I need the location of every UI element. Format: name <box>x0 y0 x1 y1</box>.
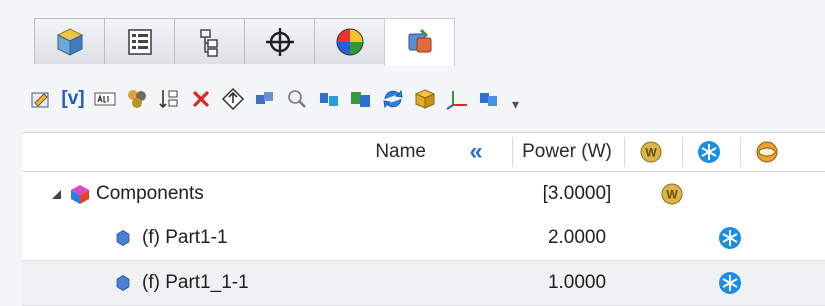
assembly-icon <box>480 93 497 106</box>
snowflake-icon <box>719 272 741 294</box>
table-row[interactable]: (f) Part1-1 2.0000 <box>22 216 825 260</box>
column-divider <box>624 137 625 167</box>
text-field-icon <box>94 92 116 106</box>
collapse-columns-button[interactable]: « <box>440 138 512 166</box>
svg-text:W: W <box>666 188 678 202</box>
sort-button[interactable] <box>156 86 182 112</box>
tab-feature-manager[interactable] <box>34 18 105 64</box>
box-icon <box>414 89 436 109</box>
part-icon <box>116 275 130 291</box>
view-tabs <box>34 18 455 66</box>
component-button[interactable] <box>252 86 278 112</box>
components-folder-icon <box>71 185 89 204</box>
color-wheel-icon <box>336 28 363 55</box>
snowflake-icon <box>698 141 720 163</box>
row-power: 1.0000 <box>547 272 607 293</box>
column-header-coolant[interactable] <box>680 140 738 164</box>
boundary-button[interactable] <box>316 86 342 112</box>
column-header-heat-source[interactable]: W <box>622 140 680 164</box>
materials-button[interactable] <box>124 86 150 112</box>
table-row[interactable]: Components [3.0000] W <box>22 172 825 216</box>
sort-icon <box>159 90 178 109</box>
boundary-icon <box>320 93 338 106</box>
row-name: Components <box>96 183 204 204</box>
blocks-icon <box>256 92 273 104</box>
goal-button[interactable] <box>220 86 246 112</box>
materials-icon <box>128 90 146 108</box>
power-source-icon: W <box>661 183 683 205</box>
fan-icon <box>351 92 370 107</box>
refresh-icon <box>383 89 403 109</box>
close-icon <box>193 91 209 107</box>
crosshair-icon <box>265 27 294 56</box>
components-table: Name « Power (W) W Components [3.0000] W… <box>22 132 825 306</box>
box-button[interactable] <box>412 86 438 112</box>
column-header-fan[interactable] <box>738 140 796 164</box>
chevron-down-icon[interactable]: ▾ <box>512 96 519 113</box>
input-field-button[interactable] <box>92 86 118 112</box>
tab-property-manager[interactable] <box>104 18 175 64</box>
tab-display-manager[interactable] <box>314 18 385 64</box>
tab-dimxpert-manager[interactable] <box>244 18 315 64</box>
column-header-power[interactable]: Power (W) <box>512 141 622 163</box>
variable-button[interactable]: [v] <box>60 86 86 112</box>
cube-icon <box>56 27 83 56</box>
delete-button[interactable] <box>188 86 214 112</box>
tree-view-icon <box>199 28 218 57</box>
expander-triangle-icon[interactable] <box>50 188 62 200</box>
column-divider <box>512 137 513 167</box>
refresh-button[interactable] <box>380 86 406 112</box>
column-divider <box>740 137 741 167</box>
svg-text:W: W <box>645 146 657 160</box>
column-divider <box>682 137 683 167</box>
row-power: [3.0000] <box>542 183 612 204</box>
row-name: (f) Part1-1 <box>142 227 228 248</box>
coordinate-system-button[interactable] <box>444 86 470 112</box>
zoom-button[interactable] <box>284 86 310 112</box>
settings-icon <box>31 92 49 108</box>
magnifier-icon <box>288 90 306 108</box>
table-header: Name « Power (W) W <box>22 133 825 172</box>
general-settings-button[interactable] <box>28 86 54 112</box>
fan-button[interactable] <box>348 86 374 112</box>
axes-icon <box>446 91 467 110</box>
power-source-icon: W <box>640 141 662 163</box>
snowflake-icon <box>719 227 741 249</box>
row-power: 2.0000 <box>547 227 607 248</box>
tab-configuration-manager[interactable] <box>174 18 245 64</box>
goal-icon <box>221 87 245 111</box>
assembly-button[interactable] <box>476 86 502 112</box>
row-name: (f) Part1_1-1 <box>142 272 249 293</box>
thermal-components-icon <box>408 28 431 52</box>
part-icon <box>116 230 130 246</box>
column-header-name[interactable]: Name <box>22 141 440 163</box>
flow-toolbar: [v] ▾ <box>28 78 708 120</box>
fan-icon <box>756 141 778 163</box>
tab-flow-simulation[interactable] <box>384 18 455 66</box>
list-view-icon <box>127 28 152 55</box>
table-row[interactable]: (f) Part1_1-1 1.0000 <box>22 260 825 306</box>
